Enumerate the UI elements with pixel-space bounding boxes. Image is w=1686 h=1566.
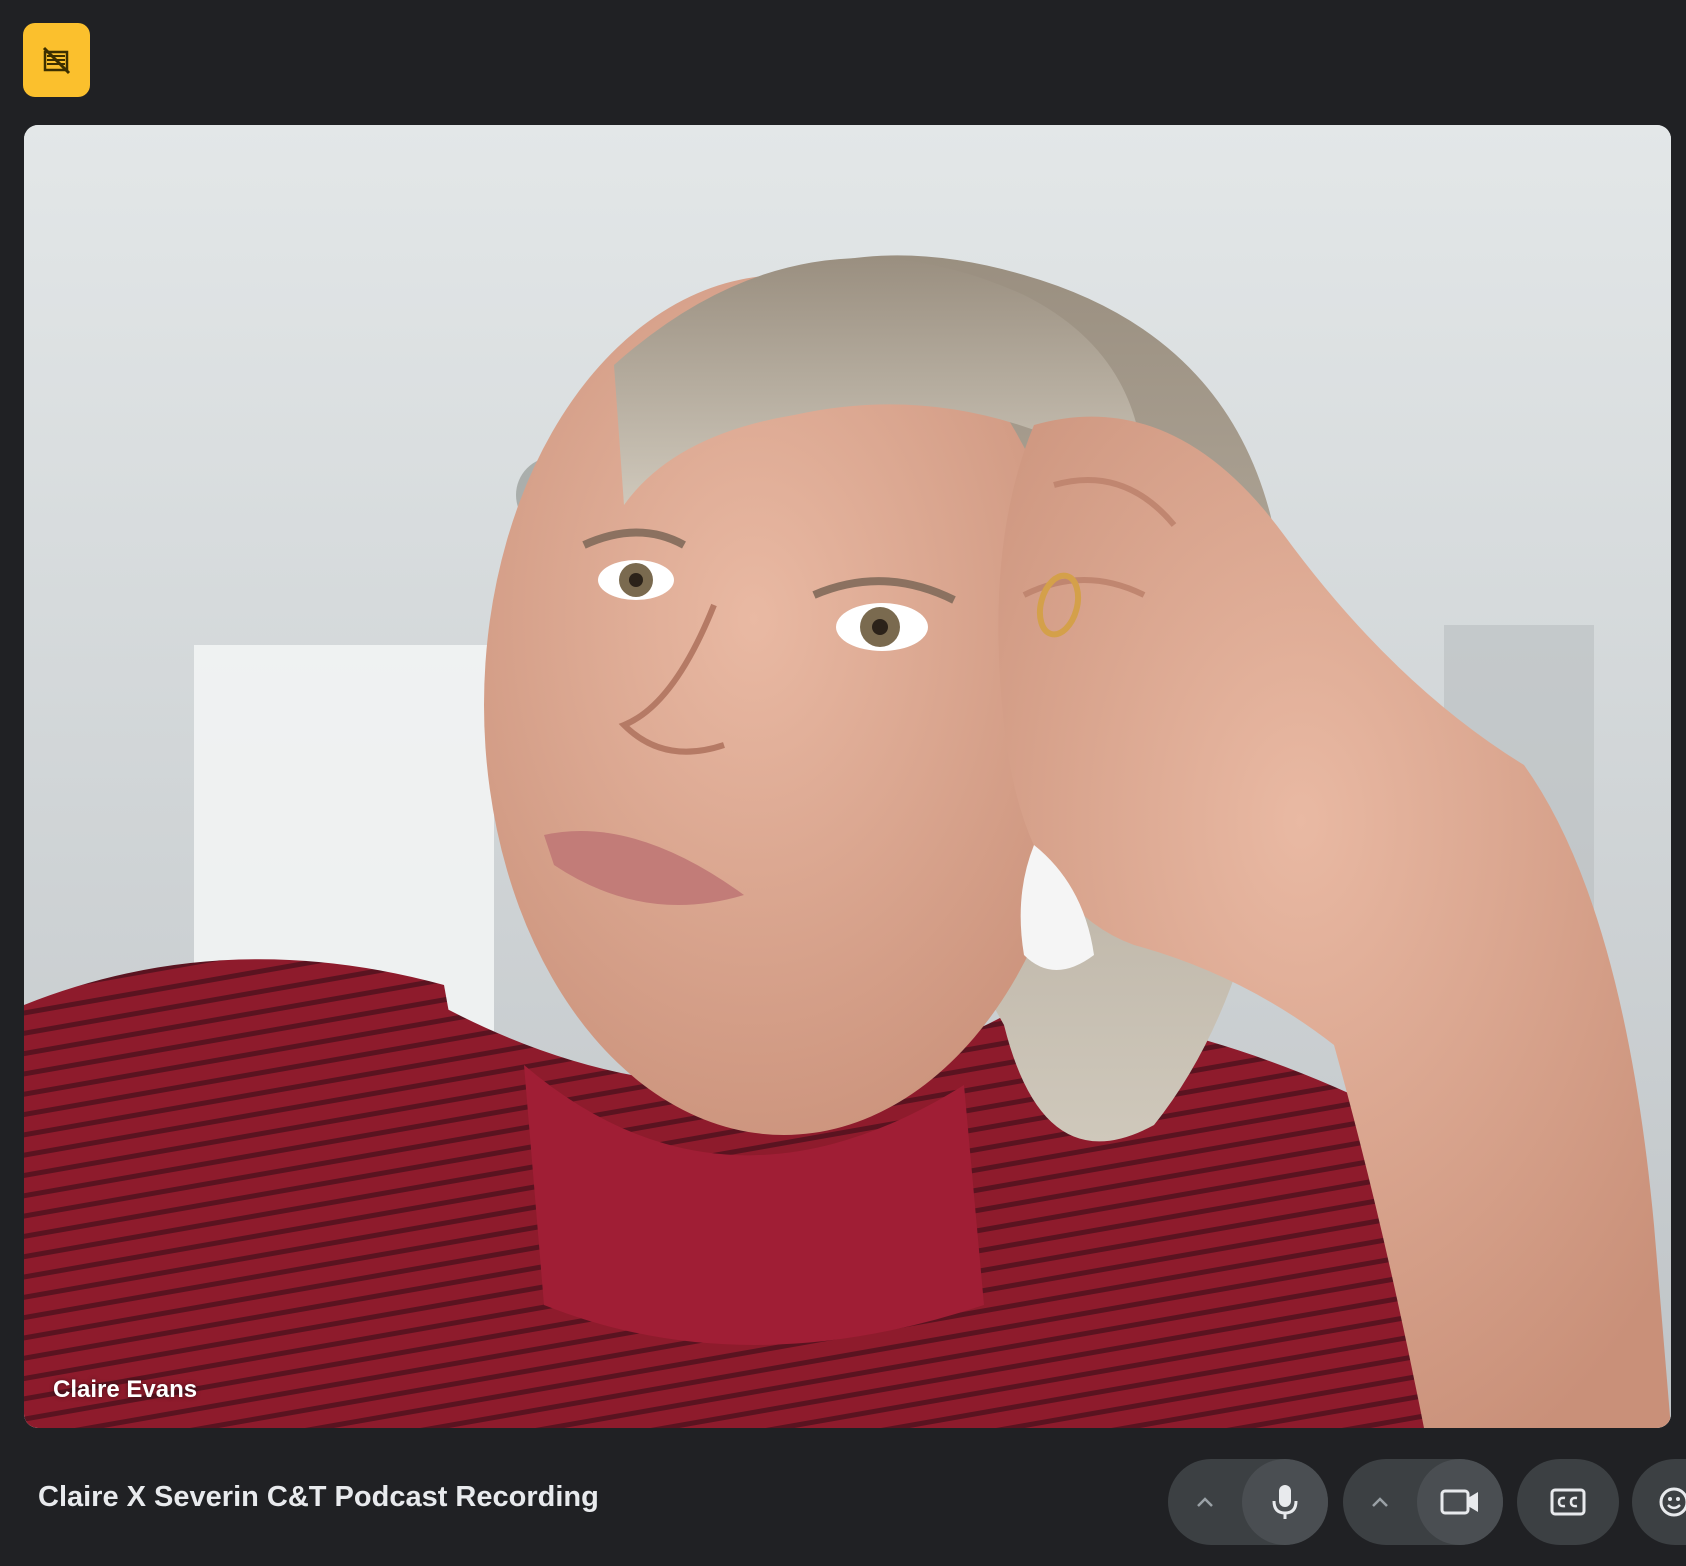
meeting-title: Claire X Severin C&T Podcast Recording xyxy=(38,1480,599,1513)
microphone-button[interactable] xyxy=(1242,1459,1328,1545)
participant-video xyxy=(24,125,1671,1428)
emoji-icon xyxy=(1659,1487,1686,1517)
participant-name-label: Claire Evans xyxy=(53,1376,198,1403)
chevron-up-icon xyxy=(1197,1497,1213,1507)
reactions-button[interactable] xyxy=(1632,1459,1686,1545)
recording-badge[interactable] xyxy=(23,23,90,97)
closed-captions-icon xyxy=(1550,1488,1586,1516)
camera-button[interactable] xyxy=(1417,1459,1503,1545)
meeting-controls-bar: Claire X Severin C&T Podcast Recording xyxy=(0,1428,1686,1566)
chevron-up-icon xyxy=(1372,1497,1388,1507)
camera-icon xyxy=(1440,1489,1478,1515)
camera-control xyxy=(1343,1459,1503,1545)
participant-video-tile[interactable]: Claire Evans xyxy=(24,125,1671,1428)
microphone-icon xyxy=(1272,1485,1298,1519)
microphone-control xyxy=(1168,1459,1328,1545)
video-options-button[interactable] xyxy=(1343,1459,1417,1545)
captions-button[interactable] xyxy=(1517,1459,1619,1545)
audio-options-button[interactable] xyxy=(1168,1459,1242,1545)
recording-badge-icon xyxy=(42,46,70,75)
